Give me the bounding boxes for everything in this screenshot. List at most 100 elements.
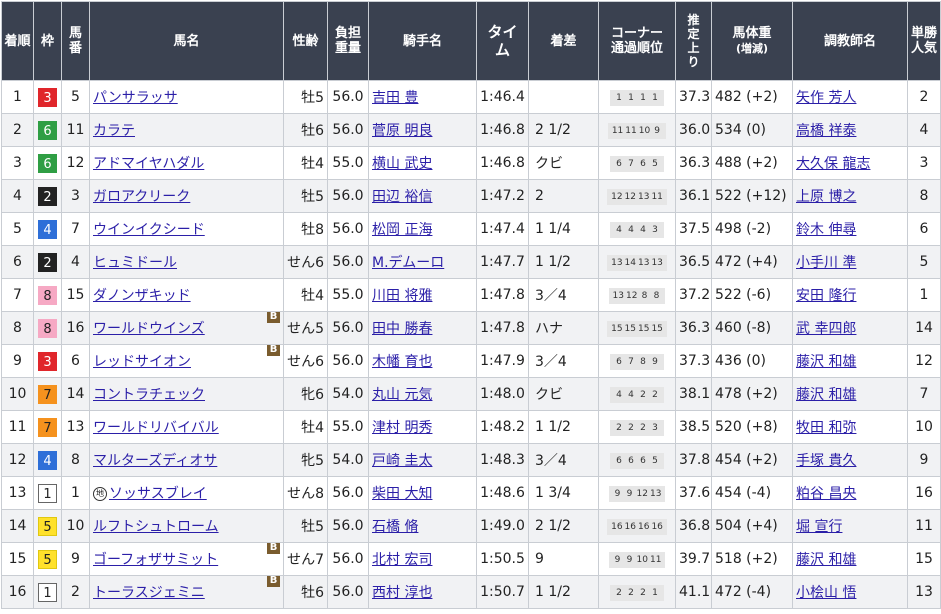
trainer-name-link[interactable]: 牧田 和弥 xyxy=(796,420,856,436)
horse-name-link[interactable]: ワールドリバイバル xyxy=(93,420,219,436)
corner-cell: 9 9 12 13 xyxy=(598,476,676,510)
horse-name-link[interactable]: マルターズディオサ xyxy=(93,453,217,469)
trainer-name-link[interactable]: 武 幸四郎 xyxy=(796,321,856,337)
horse-name-link[interactable]: ルフトシュトローム xyxy=(93,519,219,535)
weight-cell: 56.0 xyxy=(327,575,369,609)
rank-cell: 16 xyxy=(1,575,34,609)
trainer-name-link[interactable]: 手塚 貴久 xyxy=(796,453,856,469)
horse-name-link[interactable]: アドマイヤハダル xyxy=(93,156,204,172)
corner-positions: 4422 xyxy=(610,387,664,403)
last3f-cell: 41.1 xyxy=(675,575,712,609)
trainer-name-link[interactable]: 矢作 芳人 xyxy=(796,90,856,106)
horse-name-link[interactable]: ゴーフォザサミット xyxy=(93,552,218,568)
table-row: 8 8 16 ワールドウインズ B せん5 56.0 田中 勝春 1:47.8 ハ… xyxy=(1,311,941,345)
waku-cell: 7 xyxy=(33,377,62,411)
trainer-name-link[interactable]: 高橋 祥泰 xyxy=(796,123,856,139)
jockey-name-link[interactable]: 川田 将雅 xyxy=(372,288,432,304)
corner-position: 2 xyxy=(640,588,646,598)
trainer-name-link[interactable]: 小桧山 悟 xyxy=(796,585,856,601)
corner-cell: 6665 xyxy=(598,443,676,477)
race-result-table: 着順 枠 馬番 馬名 性齢 負担 重量 騎手名 タイム 着差 コーナー 通過順位 推… xyxy=(1,1,941,609)
jockey-name-link[interactable]: 丸山 元気 xyxy=(372,387,432,403)
margin-cell: 1 3/4 xyxy=(528,476,599,510)
trainer-cell: 藤沢 和雄 xyxy=(792,377,908,411)
waku-badge: 2 xyxy=(38,252,57,272)
corner-position: 1 xyxy=(616,93,622,103)
bodyweight-cell: 518 (+2) xyxy=(711,542,793,576)
jockey-name-link[interactable]: 横山 武史 xyxy=(372,156,432,172)
bodyweight-cell: 478 (+2) xyxy=(711,377,793,411)
corner-position: 15 xyxy=(638,324,650,334)
corner-position: 4 xyxy=(628,225,634,235)
jockey-name-link[interactable]: M.デムーロ xyxy=(372,255,444,271)
last3f-cell: 38.5 xyxy=(675,410,712,444)
horse-name-link[interactable]: ガロアクリーク xyxy=(93,189,190,205)
horse-name-link[interactable]: パンサラッサ xyxy=(93,90,178,106)
corner-position: 3 xyxy=(652,423,658,433)
jockey-cell: 戸崎 圭太 xyxy=(368,443,477,477)
trainer-name-link[interactable]: 藤沢 和雄 xyxy=(796,387,856,403)
rank-cell: 14 xyxy=(1,509,34,543)
corner-position: 6 xyxy=(616,159,622,169)
umaban-cell: 4 xyxy=(61,245,90,279)
jockey-name-link[interactable]: 津村 明秀 xyxy=(372,420,432,436)
trainer-name-link[interactable]: 安田 隆行 xyxy=(796,288,856,304)
sexage-cell: せん5 xyxy=(283,311,328,345)
horse-name-link[interactable]: レッドサイオン xyxy=(93,354,191,370)
trainer-name-link[interactable]: 上原 博之 xyxy=(796,189,856,205)
rank-cell: 12 xyxy=(1,443,34,477)
margin-cell xyxy=(528,80,599,114)
horse-name-link[interactable]: ダノンザキッド xyxy=(93,288,191,304)
table-row: 16 1 2 トーラスジェミニ B 牡6 56.0 西村 淳也 1:50.7 1 … xyxy=(1,575,941,609)
horse-name-link[interactable]: ウインイクシード xyxy=(93,222,205,238)
jockey-name-link[interactable]: 柴田 大知 xyxy=(372,486,432,502)
jockey-name-link[interactable]: 木幡 育也 xyxy=(372,354,432,370)
last3f-cell: 37.8 xyxy=(675,443,712,477)
jockey-name-link[interactable]: 北村 宏司 xyxy=(372,552,432,568)
umaban-cell: 6 xyxy=(61,344,90,378)
jockey-name-link[interactable]: 戸崎 圭太 xyxy=(372,453,432,469)
waku-badge: 6 xyxy=(38,120,57,140)
trainer-name-link[interactable]: 堀 宣行 xyxy=(796,519,842,535)
trainer-name-link[interactable]: 藤沢 和雄 xyxy=(796,552,856,568)
jockey-name-link[interactable]: 吉田 豊 xyxy=(372,90,418,106)
horse-name-link[interactable]: コントラチェック xyxy=(93,387,205,403)
corner-position: 1 xyxy=(628,93,634,103)
jockey-name-link[interactable]: 田中 勝春 xyxy=(372,321,432,337)
trainer-name-link[interactable]: 粕谷 昌央 xyxy=(796,486,856,502)
trainer-name-link[interactable]: 鈴木 伸尋 xyxy=(796,222,856,238)
horse-cell: ワールドリバイバル xyxy=(89,410,284,444)
trainer-name-link[interactable]: 小手川 準 xyxy=(796,255,856,271)
waku-cell: 2 xyxy=(33,179,62,213)
table-row: 13 1 1 地ソッサスブレイ せん8 56.0 柴田 大知 1:48.6 1 … xyxy=(1,476,941,510)
jockey-name-link[interactable]: 田辺 裕信 xyxy=(372,189,432,205)
corner-position: 2 xyxy=(616,423,622,433)
rank-cell: 3 xyxy=(1,146,34,180)
trainer-name-link[interactable]: 藤沢 和雄 xyxy=(796,354,856,370)
horse-name-link[interactable]: カラテ xyxy=(93,123,135,139)
rank-cell: 10 xyxy=(1,377,34,411)
jockey-name-link[interactable]: 石橋 脩 xyxy=(372,519,418,535)
horse-name-link[interactable]: ワールドウインズ xyxy=(93,321,205,337)
popularity-cell: 14 xyxy=(907,311,941,345)
margin-cell: 9 xyxy=(528,542,599,576)
corner-position: 13 xyxy=(651,258,663,268)
horse-name-link[interactable]: ソッサスブレイ xyxy=(109,486,207,502)
horse-name-link[interactable]: トーラスジェミニ xyxy=(93,585,205,601)
corner-position: 3 xyxy=(652,225,658,235)
corner-position: 6 xyxy=(628,456,634,466)
sexage-cell: 牡5 xyxy=(283,80,328,114)
margin-cell: 2 xyxy=(528,179,599,213)
waku-badge: 2 xyxy=(38,186,57,206)
header-popularity: 単勝 人気 xyxy=(907,1,941,81)
jockey-name-link[interactable]: 松岡 正海 xyxy=(372,222,432,238)
jockey-name-link[interactable]: 西村 淳也 xyxy=(372,585,432,601)
jockey-name-link[interactable]: 菅原 明良 xyxy=(372,123,432,139)
trainer-name-link[interactable]: 大久保 龍志 xyxy=(796,156,870,172)
sexage-cell: 牡4 xyxy=(283,278,328,312)
corner-position: 4 xyxy=(628,390,634,400)
sexage-cell: 牡4 xyxy=(283,410,328,444)
bodyweight-cell: 534 (0) xyxy=(711,113,793,147)
horse-name-link[interactable]: ヒュミドール xyxy=(93,255,177,271)
local-horse-icon: 地 xyxy=(93,487,107,501)
